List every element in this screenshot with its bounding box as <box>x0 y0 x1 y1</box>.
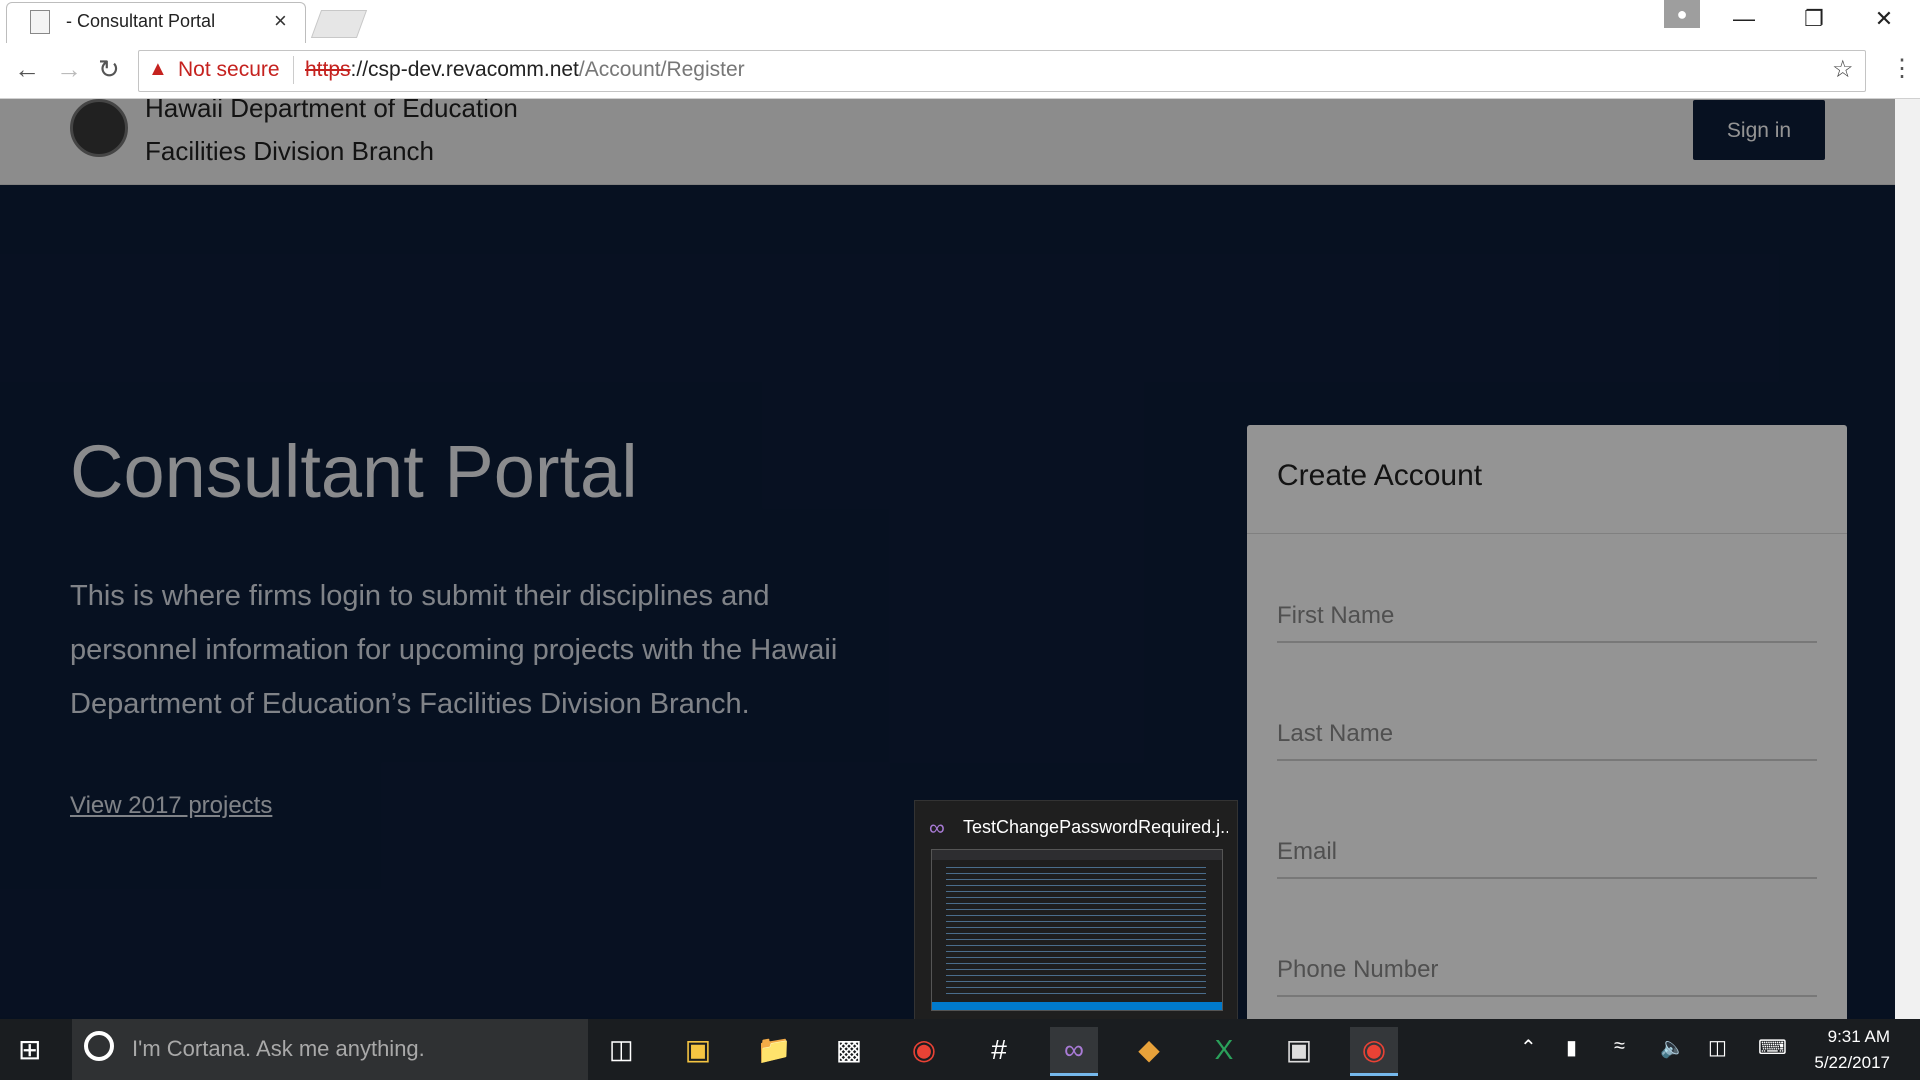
volume-muted-icon[interactable]: 🔈 <box>1660 1035 1685 1060</box>
thumbnail-menubar <box>932 850 1222 860</box>
task-view-icon[interactable]: ◫ <box>609 1034 634 1065</box>
page-scrollbar[interactable] <box>1895 99 1920 1019</box>
forward-icon[interactable]: → <box>56 54 82 85</box>
url-path: /Account/Register <box>578 58 745 81</box>
org-name-line2: Facilities Division Branch <box>145 136 434 166</box>
phone-number-field[interactable] <box>1277 945 1817 997</box>
reload-icon[interactable]: ↻ <box>98 54 120 85</box>
tab-title: - Consultant Portal <box>66 11 216 31</box>
omnibox-separator <box>293 56 294 84</box>
back-icon[interactable]: ← <box>14 54 40 85</box>
new-tab-button[interactable] <box>310 10 368 38</box>
site-header: Hawaii Department of Education Facilitie… <box>0 99 1895 185</box>
close-window-icon[interactable]: ✕ <box>1864 6 1904 32</box>
email-field[interactable] <box>1277 827 1817 879</box>
chrome-icon[interactable]: ◉ <box>900 1027 948 1073</box>
thumbnail-code-area <box>946 864 1206 994</box>
cortana-search-placeholder: I'm Cortana. Ask me anything. <box>132 1036 425 1061</box>
wifi-icon[interactable]: ≈ <box>1614 1035 1625 1058</box>
profile-icon[interactable]: ● <box>1664 0 1700 28</box>
clock-date[interactable]: 5/22/2017 <box>1800 1053 1890 1073</box>
sign-in-button[interactable]: Sign in <box>1693 100 1825 160</box>
hero-description: This is where firms login to submit thei… <box>70 580 838 720</box>
minimize-icon[interactable]: — <box>1724 6 1764 32</box>
view-projects-link[interactable]: View 2017 projects <box>70 792 272 820</box>
file-explorer-photos-icon[interactable]: ▣ <box>674 1027 722 1073</box>
thumbnail-title: TestChangePasswordRequired.j... <box>963 817 1228 837</box>
security-label[interactable]: Not secure <box>178 58 280 82</box>
slack-icon[interactable]: # <box>975 1027 1023 1073</box>
org-name-line1: Hawaii Department of Education <box>145 99 518 123</box>
cortana-icon <box>84 1031 114 1061</box>
url-text[interactable]: https://csp-dev.revacomm.net/Account/Reg… <box>305 58 745 82</box>
battery-icon[interactable]: ▮ <box>1566 1035 1577 1060</box>
first-name-field[interactable] <box>1277 591 1817 643</box>
windows-taskbar: ⊞ I'm Cortana. Ask me anything. ◫ ▣ 📁 ▩ … <box>0 1019 1920 1080</box>
chrome-icon[interactable]: ◉ <box>1350 1027 1398 1076</box>
tab-strip: - Consultant Portal × ● — ❐ ✕ <box>0 0 1920 43</box>
taskbar-thumbnail-preview[interactable]: ∞ TestChangePasswordRequired.j... <box>914 800 1238 1022</box>
form-title: Create Account <box>1277 459 1483 492</box>
browser-menu-icon[interactable]: ⋮ <box>1890 54 1914 83</box>
keyboard-icon[interactable]: ⌨ <box>1758 1035 1787 1060</box>
visual-studio-icon[interactable]: ∞ <box>1050 1027 1098 1076</box>
windows-start-icon[interactable]: ⊞ <box>18 1033 41 1066</box>
store-icon[interactable]: ▩ <box>825 1027 873 1073</box>
notifications-icon[interactable]: ◫ <box>1708 1035 1727 1060</box>
bookmark-star-icon[interactable]: ☆ <box>1832 55 1854 84</box>
warning-icon[interactable]: ▲ <box>148 58 168 81</box>
close-tab-icon[interactable]: × <box>274 8 287 34</box>
thumbnail-image <box>931 849 1223 1011</box>
page-favicon-icon <box>30 10 50 34</box>
visual-studio-icon: ∞ <box>929 815 945 840</box>
excel-icon[interactable]: X <box>1200 1027 1248 1073</box>
url-host: ://csp-dev.revacomm.net <box>350 58 579 81</box>
file-explorer-icon[interactable]: 📁 <box>750 1027 798 1073</box>
restore-icon[interactable]: ❐ <box>1794 6 1834 32</box>
create-account-card: Create Account <box>1247 425 1847 1019</box>
cortana-search-box[interactable]: I'm Cortana. Ask me anything. <box>72 1019 588 1080</box>
thumbnail-statusbar <box>932 1002 1222 1010</box>
clock-time[interactable]: 9:31 AM <box>1820 1027 1890 1047</box>
form-divider <box>1247 533 1847 534</box>
seal-logo <box>70 99 128 157</box>
git-icon[interactable]: ◆ <box>1125 1027 1173 1073</box>
last-name-field[interactable] <box>1277 709 1817 761</box>
hero-title: Consultant Portal <box>70 430 638 513</box>
tray-chevron-icon[interactable]: ⌃ <box>1520 1035 1537 1060</box>
terminal-icon[interactable]: ▣ <box>1275 1027 1323 1073</box>
url-scheme: https <box>305 58 351 81</box>
